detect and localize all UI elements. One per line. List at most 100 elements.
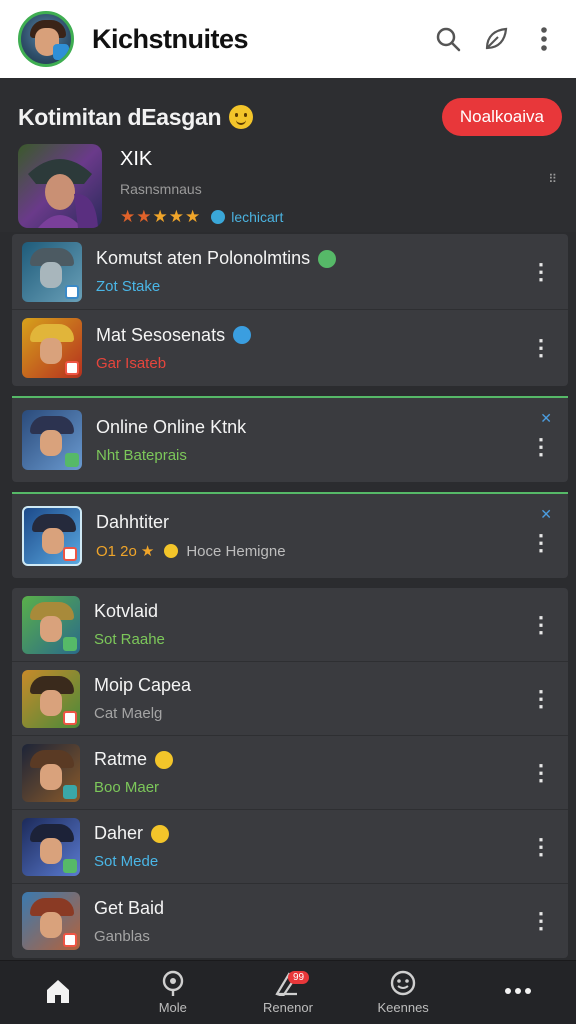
list-item[interactable]: Kotvlaid Sot Raahe ⋮ — [12, 588, 568, 662]
rating-value: O1 2o — [96, 542, 137, 560]
featured-action-button[interactable]: Noalkoaiva — [441, 98, 562, 136]
thumb-badge — [63, 933, 77, 947]
thumb-face — [42, 528, 64, 554]
nav-renenor[interactable]: 99 Renenor — [238, 963, 338, 1023]
verified-icon — [233, 326, 252, 344]
item-title: Kotvlaid — [94, 601, 159, 621]
more-vert-icon[interactable]: ⋮ — [530, 835, 552, 858]
game-list: Komutst aten Polonolmtins Zot Stake ⋮ Ma… — [12, 234, 568, 968]
featured-rating: ★★★★★ lechicart — [120, 207, 283, 227]
list-item[interactable]: Daher Sot Mede ⋮ — [12, 810, 568, 884]
list-item[interactable]: Dahhtiter O1 2o ★ Hoce Hemigne ✕ ⋮ — [12, 492, 568, 578]
nav-more[interactable] — [468, 963, 568, 1023]
grid-more-icon[interactable]: ⠿ — [548, 172, 558, 186]
item-thumbnail — [22, 241, 82, 302]
item-subtitle: Zot Stake — [96, 278, 161, 295]
featured-header: Kotimitan dEasgan Noalkoaiva — [18, 98, 562, 136]
item-text: Daher Sot Mede — [94, 823, 170, 870]
star-rating-icon: ★★★★★ — [120, 207, 202, 226]
more-vert-icon[interactable]: ⋮ — [530, 761, 552, 784]
collapse-icon[interactable]: ✕ — [540, 410, 552, 427]
list-group: Kotvlaid Sot Raahe ⋮ Moip Capea Cat Mael… — [12, 588, 568, 958]
list-item[interactable]: Online Online Ktnk Nht Bateprais ✕ ⋮ — [12, 396, 568, 482]
more-vert-icon[interactable]: ⋮ — [530, 687, 552, 710]
app-avatar[interactable] — [18, 11, 74, 67]
star-icon: ★ — [140, 543, 155, 560]
search-icon[interactable] — [434, 25, 462, 53]
smile-icon — [390, 970, 416, 996]
thumb-badge — [63, 710, 77, 725]
item-title: Get Baid — [94, 897, 165, 918]
list-item[interactable]: Ratme Boo Maer ⋮ — [12, 736, 568, 810]
map-pin-icon — [162, 970, 183, 996]
featured-name: XIK — [120, 148, 153, 170]
item-text: Dahhtiter O1 2o ★ Hoce Hemigne — [96, 512, 286, 560]
nav-label: Renenor — [263, 1000, 313, 1015]
item-thumbnail — [22, 669, 80, 728]
thumb-face — [40, 837, 62, 864]
app-header: Kichstnuites — [0, 0, 576, 78]
list-group: Dahhtiter O1 2o ★ Hoce Hemigne ✕ ⋮ — [12, 492, 568, 578]
item-title: Moip Capea — [94, 675, 192, 695]
item-thumbnail — [22, 318, 82, 378]
thumb-face — [40, 615, 62, 642]
item-title: Ratme — [94, 749, 174, 770]
item-title: Daher — [94, 823, 170, 844]
list-group: Online Online Ktnk Nht Bateprais ✕ ⋮ — [12, 396, 568, 482]
item-title-text: Ratme — [94, 749, 148, 769]
featured-subtitle: Rasnsmnaus — [120, 181, 202, 197]
list-group: Komutst aten Polonolmtins Zot Stake ⋮ Ma… — [12, 234, 568, 386]
more-vert-icon[interactable]: ⋮ — [530, 910, 552, 932]
thumb-face — [40, 338, 62, 364]
item-subtitle: Gar Isateb — [96, 354, 167, 372]
home-icon — [46, 979, 69, 1003]
tag-icon — [211, 210, 226, 224]
thumb-face — [40, 689, 62, 716]
bottom-nav: Mole 99 Renenor Keennes — [0, 960, 576, 1024]
item-thumbnail — [22, 595, 80, 654]
item-title: Mat Sesosenats — [96, 324, 252, 346]
list-item[interactable]: Mat Sesosenats Gar Isateb ⋮ — [12, 310, 568, 386]
more-vert-icon[interactable]: ⋮ — [530, 435, 552, 458]
featured-tag: lechicart — [231, 209, 284, 225]
thumb-badge — [63, 784, 77, 799]
emoji-icon — [151, 824, 170, 843]
thumb-badge — [65, 284, 79, 299]
item-title-text: Mat Sesosenats — [96, 324, 226, 345]
list-item[interactable]: Komutst aten Polonolmtins Zot Stake ⋮ — [12, 234, 568, 310]
item-text: Ratme Boo Maer — [94, 749, 174, 796]
more-vert-icon[interactable]: ⋮ — [530, 531, 552, 554]
coin-icon — [164, 544, 179, 558]
nav-mole[interactable]: Mole — [123, 963, 223, 1023]
item-subtitle: Cat Maelg — [94, 705, 163, 722]
item-thumbnail — [22, 892, 80, 950]
thumb-badge — [65, 361, 79, 375]
thumb-face — [40, 912, 62, 938]
item-subtitle: Sot Raahe — [94, 631, 165, 648]
nav-keennes[interactable]: Keennes — [353, 963, 453, 1023]
item-text: Mat Sesosenats Gar Isateb — [96, 324, 252, 372]
item-thumbnail — [22, 817, 80, 876]
featured-title: Kotimitan dEasgan — [18, 103, 222, 130]
item-rating: O1 2o ★ Hoce Hemigne — [96, 542, 286, 561]
item-subtitle: Nht Bateprais — [96, 446, 187, 464]
list-item[interactable]: Moip Capea Cat Maelg ⋮ — [12, 662, 568, 736]
featured-card[interactable]: XIK Rasnsmnaus ★★★★★ lechicart — [18, 144, 562, 228]
avatar-badge — [53, 44, 69, 60]
nav-home[interactable] — [8, 963, 108, 1023]
item-text: Online Online Ktnk Nht Bateprais — [96, 417, 246, 464]
item-title-text: Daher — [94, 823, 144, 843]
item-title: Online Online Ktnk — [96, 416, 247, 437]
more-vert-icon[interactable]: ⋮ — [530, 260, 552, 283]
more-vert-icon[interactable]: ⋮ — [530, 337, 552, 359]
item-thumbnail — [22, 743, 80, 802]
green-badge-icon — [318, 249, 337, 268]
list-item[interactable]: Get Baid Ganblas ⋮ — [12, 884, 568, 958]
item-thumbnail — [22, 410, 82, 470]
leaf-icon[interactable] — [482, 25, 510, 53]
item-text: Get Baid Ganblas — [94, 898, 164, 945]
collapse-icon[interactable]: ✕ — [540, 506, 552, 523]
thumb-badge — [63, 547, 77, 561]
more-vert-icon[interactable]: ⋮ — [530, 613, 552, 636]
more-vert-icon[interactable] — [530, 25, 558, 53]
